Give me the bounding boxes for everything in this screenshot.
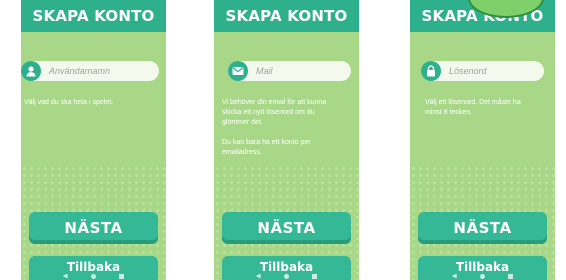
lock-icon	[421, 61, 441, 81]
hint-line: Vi behöver din email för att kunna skick…	[222, 99, 327, 126]
signup-screen-username: SKAPA KONTO Användarnamn Välj vad du ska…	[21, 0, 166, 280]
nav-recent-icon[interactable]	[508, 273, 514, 279]
nav-home-icon[interactable]	[479, 273, 485, 279]
mail-field[interactable]: Mail	[228, 61, 351, 81]
system-navbar	[214, 272, 359, 280]
nav-back-icon[interactable]	[451, 273, 457, 279]
page-title: SKAPA KONTO	[214, 0, 359, 32]
password-placeholder: Lösenord	[449, 66, 487, 76]
next-button[interactable]: NÄSTA	[418, 212, 547, 244]
nav-back-icon[interactable]	[62, 273, 68, 279]
hint-line: Du kan bara ha ett konto per emailadress…	[222, 139, 311, 156]
hint-text: Vi behöver din email för att kunna skick…	[222, 98, 334, 168]
mail-icon	[228, 61, 248, 81]
user-icon	[21, 61, 41, 81]
next-button[interactable]: NÄSTA	[222, 212, 351, 244]
system-navbar	[21, 272, 166, 280]
nav-home-icon[interactable]	[283, 273, 289, 279]
signup-screen-mail: SKAPA KONTO Mail Vi behöver din email fö…	[214, 0, 359, 280]
hint-text: Välj ett lösenord. Det måste ha minst 8 …	[425, 98, 537, 128]
hint-line: Välj ett lösenord. Det måste ha minst 8 …	[425, 99, 521, 116]
system-navbar	[410, 272, 555, 280]
nav-recent-icon[interactable]	[119, 273, 125, 279]
nav-recent-icon[interactable]	[312, 273, 318, 279]
next-button[interactable]: NÄSTA	[29, 212, 158, 244]
password-field[interactable]: Lösenord	[421, 61, 544, 81]
nav-back-icon[interactable]	[255, 273, 261, 279]
nav-home-icon[interactable]	[90, 273, 96, 279]
username-field[interactable]: Användarnamn	[21, 61, 159, 81]
page-title: SKAPA KONTO	[21, 0, 166, 32]
mail-placeholder: Mail	[256, 66, 273, 76]
signup-screen-password: SKAPA KONTO Lösenord Välj ett lösenord. …	[410, 0, 555, 280]
hint-text: Välj vad du ska heta i spelet.	[24, 98, 136, 118]
hint-line: Välj vad du ska heta i spelet.	[24, 99, 114, 106]
username-placeholder: Användarnamn	[49, 66, 111, 76]
